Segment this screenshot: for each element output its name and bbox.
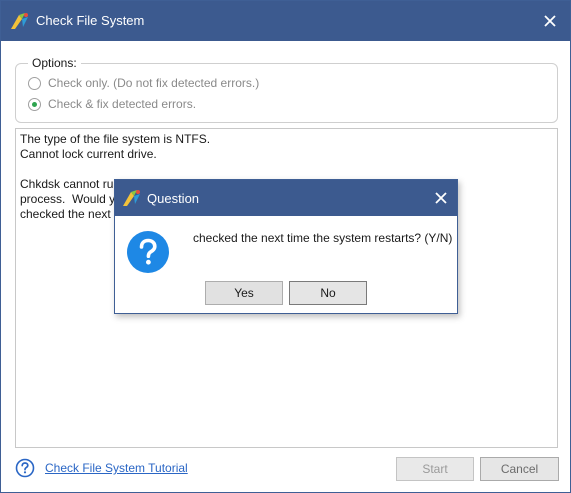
radio-label-check-only: Check only. (Do not fix detected errors.… xyxy=(48,76,260,90)
dialog-title: Question xyxy=(147,191,200,206)
radio-check-only[interactable]: Check only. (Do not fix detected errors.… xyxy=(28,75,259,91)
radio-check-and-fix[interactable]: Check & fix detected errors. xyxy=(28,96,196,112)
yes-button[interactable]: Yes xyxy=(205,281,283,305)
options-group: Options: Check only. (Do not fix detecte… xyxy=(15,56,558,123)
dialog-message: checked the next time the system restart… xyxy=(193,231,453,245)
question-icon xyxy=(127,231,169,273)
help-icon[interactable] xyxy=(15,458,35,478)
radio-label-check-and-fix: Check & fix detected errors. xyxy=(48,97,197,111)
no-button[interactable]: No xyxy=(289,281,367,305)
options-legend: Options: xyxy=(28,56,81,70)
window-titlebar[interactable]: Check File System xyxy=(1,1,570,41)
dialog-titlebar[interactable]: Question xyxy=(115,180,457,216)
close-icon xyxy=(435,192,447,204)
radio-button-selected[interactable] xyxy=(28,97,41,111)
close-button[interactable] xyxy=(530,1,570,41)
console-line: Cannot lock current drive. xyxy=(20,147,157,161)
question-dialog: Question checked the next time the syste… xyxy=(114,179,458,314)
window-title: Check File System xyxy=(36,13,145,28)
console-line: The type of the file system is NTFS. xyxy=(20,132,211,146)
cancel-button[interactable]: Cancel xyxy=(480,457,559,481)
app-logo-icon xyxy=(123,190,140,206)
radio-button[interactable] xyxy=(28,76,41,90)
close-icon xyxy=(544,15,556,27)
tutorial-link[interactable]: Check File System Tutorial xyxy=(45,461,188,475)
start-button[interactable]: Start xyxy=(396,457,474,481)
dialog-close-button[interactable] xyxy=(425,180,457,216)
app-logo-icon xyxy=(11,13,28,29)
